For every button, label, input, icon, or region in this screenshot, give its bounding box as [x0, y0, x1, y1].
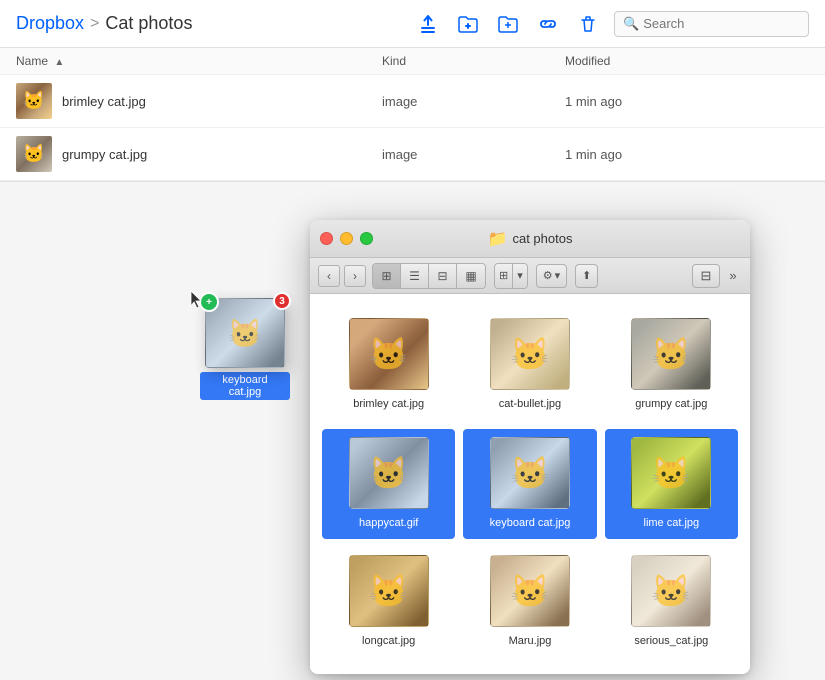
dragged-item: + 3 keyboard cat.jpg	[200, 298, 290, 400]
forward-button[interactable]: ›	[344, 265, 366, 287]
drag-add-badge: +	[199, 292, 219, 312]
file-kind-cell: image	[382, 94, 565, 109]
finder-item-name: happycat.gif	[355, 515, 422, 531]
window-resize-button[interactable]: ⊟	[692, 264, 720, 288]
finder-item[interactable]: keyboard cat.jpg	[463, 429, 596, 540]
breadcrumb-current: Cat photos	[105, 13, 192, 34]
finder-thumb	[631, 555, 711, 627]
finder-content: brimley cat.jpg cat-bullet.jpg grumpy cat.…	[310, 294, 750, 674]
upload-icon[interactable]	[414, 10, 442, 38]
column-view-button[interactable]: ⊟	[429, 264, 457, 288]
action-button[interactable]: ⚙ ▾	[536, 264, 567, 288]
col-kind-header[interactable]: Kind	[382, 54, 565, 68]
finder-item-name: grumpy cat.jpg	[631, 396, 711, 412]
share-button[interactable]: ⬆	[575, 264, 598, 288]
finder-item-name: keyboard cat.jpg	[486, 515, 575, 531]
share-icon[interactable]	[494, 10, 522, 38]
breadcrumb-home[interactable]: Dropbox	[16, 13, 84, 34]
finder-item-name: brimley cat.jpg	[349, 396, 428, 412]
finder-item[interactable]: happycat.gif	[322, 429, 455, 540]
table-row[interactable]: grumpy cat.jpg image 1 min ago	[0, 128, 825, 181]
new-folder-icon[interactable]	[454, 10, 482, 38]
grid-size-group: ⊞ ▾	[494, 263, 528, 289]
breadcrumb: Dropbox > Cat photos	[16, 13, 414, 34]
finder-title: 📁 cat photos	[488, 229, 573, 249]
file-name-cell: brimley cat.jpg	[16, 83, 382, 119]
finder-thumb	[490, 437, 570, 509]
dropbox-panel: Dropbox > Cat photos	[0, 0, 825, 182]
sort-arrow: ▲	[54, 57, 64, 68]
finder-item[interactable]: lime cat.jpg	[605, 429, 738, 540]
drag-count-badge: 3	[273, 292, 291, 310]
table-row[interactable]: brimley cat.jpg image 1 min ago	[0, 75, 825, 128]
finder-item[interactable]: brimley cat.jpg	[322, 310, 455, 421]
finder-item[interactable]: serious_cat.jpg	[605, 547, 738, 658]
maximize-button[interactable]	[360, 232, 373, 245]
file-table-header: Name ▲ Kind Modified	[0, 48, 825, 75]
finder-toolbar: ‹ › ⊞ ☰ ⊟ ▦ ⊞ ▾ ⚙ ▾ ⬆ ⊟ »	[310, 258, 750, 294]
finder-item-name: longcat.jpg	[358, 633, 419, 649]
finder-thumb	[490, 318, 570, 390]
finder-item[interactable]: Maru.jpg	[463, 547, 596, 658]
grid-size-dropdown[interactable]: ▾	[513, 264, 527, 288]
icon-view-button[interactable]: ⊞	[373, 264, 401, 288]
col-name-header[interactable]: Name ▲	[16, 54, 382, 68]
breadcrumb-separator: >	[90, 15, 99, 33]
file-name-cell: grumpy cat.jpg	[16, 136, 382, 172]
finder-thumb	[490, 555, 570, 627]
minimize-button[interactable]	[340, 232, 353, 245]
toolbar-icons	[414, 10, 602, 38]
file-thumb-grumpy	[16, 136, 52, 172]
close-button[interactable]	[320, 232, 333, 245]
link-icon[interactable]	[534, 10, 562, 38]
finder-thumb	[631, 318, 711, 390]
file-modified-cell: 1 min ago	[565, 94, 809, 109]
cover-flow-button[interactable]: ▦	[457, 264, 485, 288]
finder-item-name: Maru.jpg	[505, 633, 556, 649]
cursor	[190, 290, 204, 315]
finder-thumb	[349, 437, 429, 509]
finder-thumb	[349, 555, 429, 627]
finder-titlebar: 📁 cat photos	[310, 220, 750, 258]
window-buttons	[320, 232, 373, 245]
search-box[interactable]: 🔍	[614, 11, 809, 37]
finder-thumb	[349, 318, 429, 390]
finder-item-name: serious_cat.jpg	[630, 633, 712, 649]
back-button[interactable]: ‹	[318, 265, 340, 287]
gear-icon: ⚙	[543, 269, 553, 282]
delete-icon[interactable]	[574, 10, 602, 38]
action-dropdown-arrow: ▾	[555, 269, 561, 282]
dropbox-header: Dropbox > Cat photos	[0, 0, 825, 48]
list-view-button[interactable]: ☰	[401, 264, 429, 288]
dragged-thumb	[205, 298, 285, 368]
col-modified-header[interactable]: Modified	[565, 54, 809, 68]
folder-icon: 📁	[488, 229, 508, 249]
grid-size-btn[interactable]: ⊞	[495, 264, 513, 288]
finder-item-name: lime cat.jpg	[640, 515, 704, 531]
share-up-icon: ⬆	[582, 269, 591, 282]
chevron-right-icon[interactable]: »	[724, 264, 742, 288]
search-input[interactable]	[643, 16, 800, 31]
view-btn-group: ⊞ ☰ ⊟ ▦	[372, 263, 486, 289]
finder-item[interactable]: cat-bullet.jpg	[463, 310, 596, 421]
dragged-name: keyboard cat.jpg	[200, 372, 290, 400]
file-kind-cell: image	[382, 147, 565, 162]
search-icon: 🔍	[623, 16, 639, 32]
finder-window: 📁 cat photos ‹ › ⊞ ☰ ⊟ ▦ ⊞ ▾ ⚙ ▾ ⬆ ⊟ » b…	[310, 220, 750, 674]
finder-item-name: cat-bullet.jpg	[495, 396, 565, 412]
finder-item[interactable]: longcat.jpg	[322, 547, 455, 658]
file-thumb-brimley	[16, 83, 52, 119]
file-modified-cell: 1 min ago	[565, 147, 809, 162]
finder-item[interactable]: grumpy cat.jpg	[605, 310, 738, 421]
finder-thumb	[631, 437, 711, 509]
